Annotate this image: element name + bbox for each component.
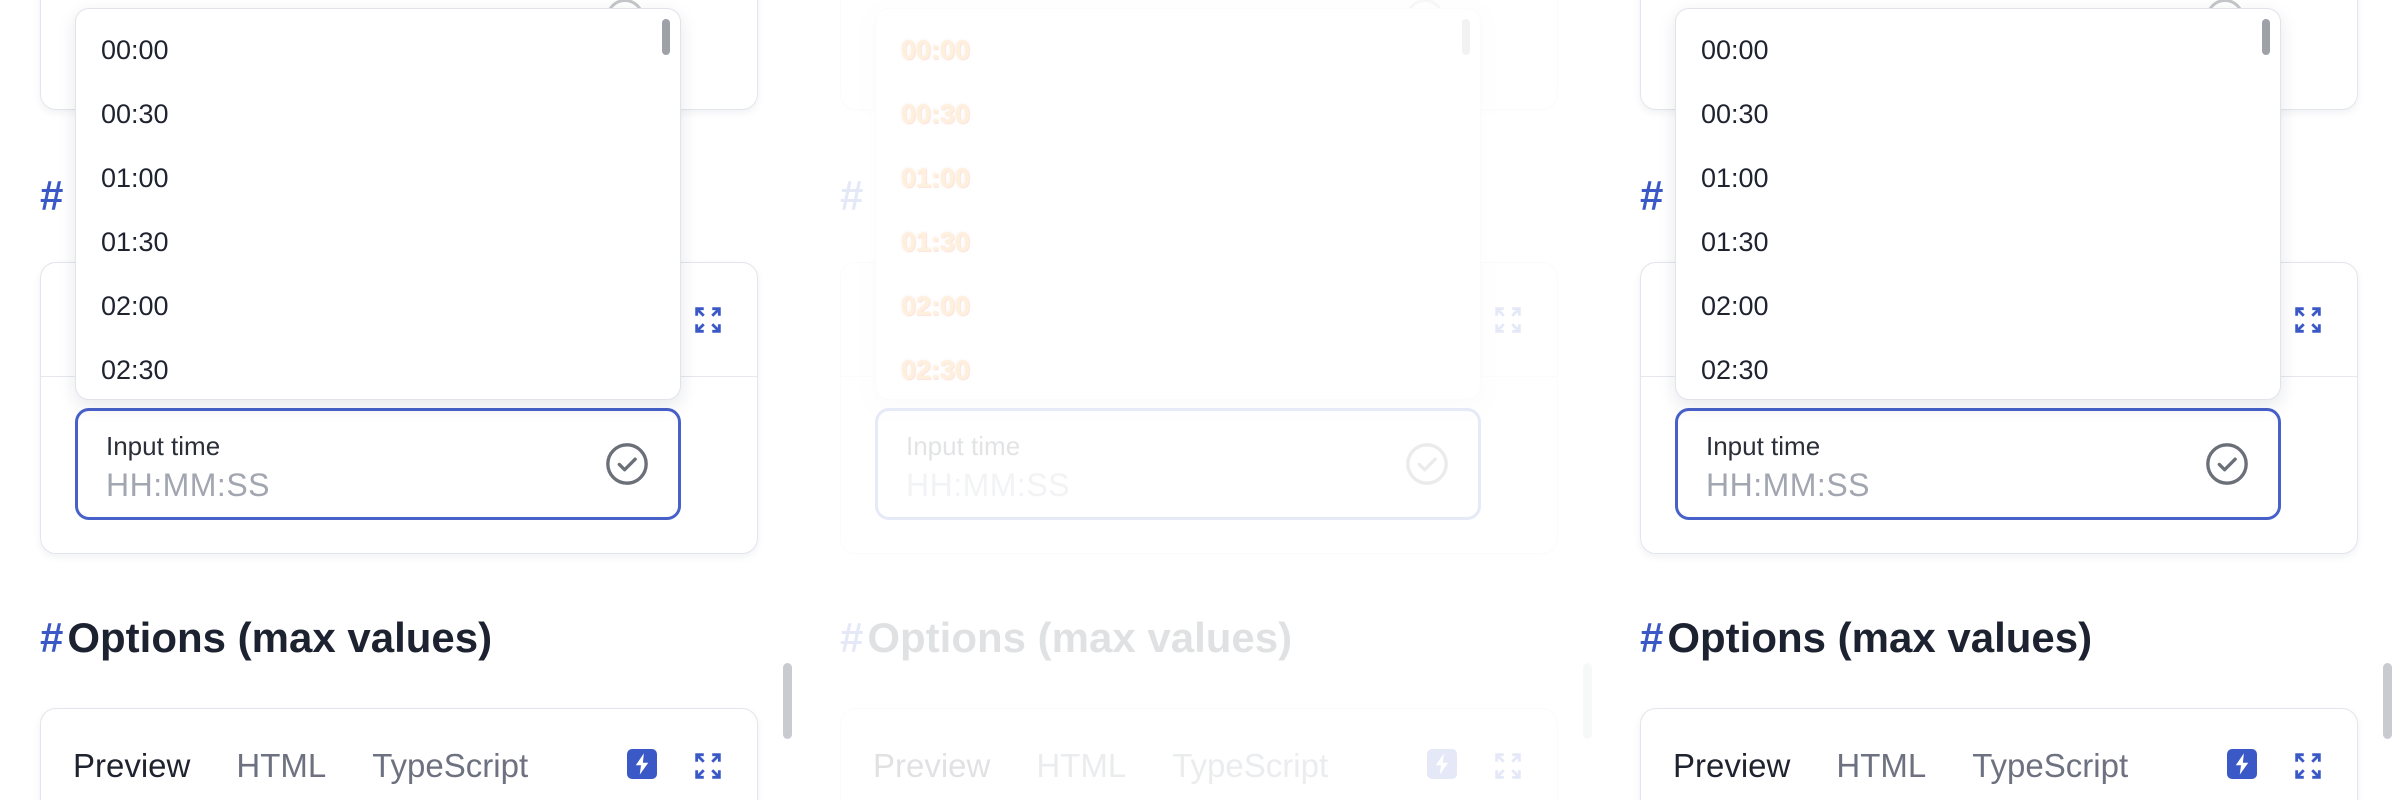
expand-icon[interactable] (691, 749, 725, 783)
time-option[interactable]: 01:30 (1701, 227, 1769, 258)
hash-link[interactable]: # (40, 172, 63, 219)
panel-middle-faded: # Input time HH:MM:SS 00:00 00:30 01:00 … (800, 0, 1600, 800)
time-input-field[interactable]: Input time HH:MM:SS (75, 408, 681, 520)
expand-icon[interactable] (2291, 749, 2325, 783)
time-option[interactable]: 02:00 (101, 291, 169, 322)
time-input-placeholder[interactable]: HH:MM:SS (906, 467, 1070, 504)
tab-typescript[interactable]: TypeScript (1172, 747, 1328, 785)
section-title: Options (max values) (867, 614, 1293, 661)
check-circle-icon[interactable] (2204, 441, 2250, 487)
expand-icon[interactable] (691, 303, 725, 337)
example-card: Preview HTML TypeScript (1640, 708, 2358, 800)
time-input-label: Input time (906, 431, 1021, 461)
time-option[interactable]: 02:00 (1701, 291, 1769, 322)
scrollbar-thumb[interactable] (1583, 663, 1592, 739)
section-title: Options (max values) (67, 614, 493, 661)
check-circle-icon[interactable] (1404, 441, 1450, 487)
tab-typescript[interactable]: TypeScript (372, 747, 528, 785)
section-heading-partial: # (1640, 172, 1667, 220)
tab-preview[interactable]: Preview (873, 747, 990, 785)
time-option[interactable]: 00:30 (101, 99, 169, 130)
tab-typescript[interactable]: TypeScript (1972, 747, 2128, 785)
code-tabs: Preview HTML TypeScript (73, 747, 528, 785)
expand-icon[interactable] (1491, 303, 1525, 337)
dropdown-scrollbar-thumb[interactable] (662, 19, 670, 55)
section-heading-options: #Options (max values) (840, 614, 1292, 662)
section-heading-partial: # (40, 172, 67, 220)
hash-link[interactable]: # (1640, 614, 1663, 661)
tab-html[interactable]: HTML (236, 747, 326, 785)
time-options-dropdown: 00:00 00:30 01:00 01:30 02:00 02:30 (875, 8, 1481, 400)
time-option[interactable]: 00:30 (901, 99, 970, 130)
time-option[interactable]: 02:00 (901, 291, 970, 322)
dropdown-scrollbar-thumb[interactable] (1462, 19, 1470, 55)
time-option[interactable]: 00:00 (101, 35, 169, 66)
tab-html[interactable]: HTML (1836, 747, 1926, 785)
time-input-field[interactable]: Input time HH:MM:SS (1675, 408, 2281, 520)
time-option[interactable]: 02:30 (901, 355, 970, 386)
check-circle-icon[interactable] (604, 441, 650, 487)
example-card: Preview HTML TypeScript (40, 708, 758, 800)
example-card: Preview HTML TypeScript (840, 708, 1558, 800)
hash-link[interactable]: # (840, 614, 863, 661)
time-option[interactable]: 01:00 (901, 163, 970, 194)
time-input-field[interactable]: Input time HH:MM:SS (875, 408, 1481, 520)
code-tabs: Preview HTML TypeScript (873, 747, 1328, 785)
tab-preview[interactable]: Preview (1673, 747, 1790, 785)
time-input-label: Input time (106, 431, 221, 461)
expand-icon[interactable] (1491, 749, 1525, 783)
section-heading-options: #Options (max values) (40, 614, 492, 662)
panel-right: # Input time HH:MM:SS 00:00 00:30 01:00 … (1600, 0, 2400, 800)
time-option[interactable]: 00:30 (1701, 99, 1769, 130)
time-option[interactable]: 00:00 (901, 35, 970, 66)
scrollbar-thumb[interactable] (2383, 663, 2392, 739)
section-title: Options (max values) (1667, 614, 2093, 661)
hash-link[interactable]: # (1640, 172, 1663, 219)
time-option[interactable]: 01:30 (901, 227, 970, 258)
code-tabs: Preview HTML TypeScript (1673, 747, 2128, 785)
time-option[interactable]: 01:00 (101, 163, 169, 194)
time-option[interactable]: 00:00 (1701, 35, 1769, 66)
time-input-placeholder[interactable]: HH:MM:SS (1706, 467, 1870, 504)
time-options-dropdown: 00:00 00:30 01:00 01:30 02:00 02:30 (75, 8, 681, 400)
tab-html[interactable]: HTML (1036, 747, 1126, 785)
bolt-icon[interactable] (627, 749, 657, 779)
panel-left: # Input time HH:MM:SS 00:00 00:30 01:00 … (0, 0, 800, 800)
hash-link[interactable]: # (840, 172, 863, 219)
dropdown-scrollbar-thumb[interactable] (2262, 19, 2270, 55)
hash-link[interactable]: # (40, 614, 63, 661)
tab-preview[interactable]: Preview (73, 747, 190, 785)
time-option[interactable]: 01:30 (101, 227, 169, 258)
time-options-dropdown: 00:00 00:30 01:00 01:30 02:00 02:30 (1675, 8, 2281, 400)
section-heading-options: #Options (max values) (1640, 614, 2092, 662)
expand-icon[interactable] (2291, 303, 2325, 337)
time-input-label: Input time (1706, 431, 1821, 461)
scrollbar-thumb[interactable] (783, 663, 792, 739)
time-option[interactable]: 02:30 (1701, 355, 1769, 386)
time-option[interactable]: 02:30 (101, 355, 169, 386)
bolt-icon[interactable] (1427, 749, 1457, 779)
bolt-icon[interactable] (2227, 749, 2257, 779)
time-option[interactable]: 01:00 (1701, 163, 1769, 194)
time-input-placeholder[interactable]: HH:MM:SS (106, 467, 270, 504)
section-heading-partial: # (840, 172, 867, 220)
